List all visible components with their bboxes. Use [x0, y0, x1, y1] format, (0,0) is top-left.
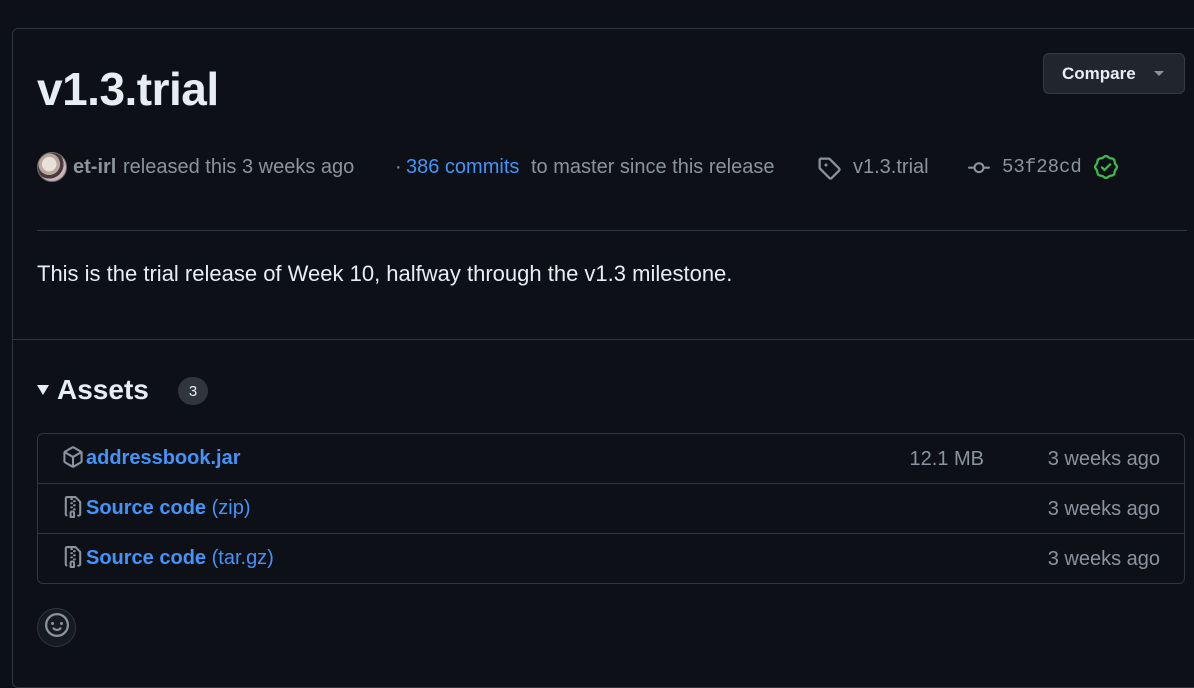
separator-dot: ·	[395, 156, 402, 178]
asset-row: addressbook.jar 12.1 MB 3 weeks ago	[38, 434, 1184, 484]
asset-date: 3 weeks ago	[1047, 548, 1160, 570]
asset-row: Source code (tar.gz) 3 weeks ago	[38, 533, 1184, 583]
asset-link[interactable]: addressbook.jar	[86, 447, 241, 470]
smiley-icon	[44, 613, 69, 642]
file-zip-icon	[62, 545, 84, 574]
git-commit-icon	[966, 156, 992, 190]
compare-label: Compare	[1062, 63, 1136, 83]
tag-link[interactable]: v1.3.trial	[853, 150, 929, 184]
assets-list: addressbook.jar 12.1 MB 3 weeks ago Sour…	[37, 433, 1185, 584]
commits-since-text: to master since this release	[531, 156, 775, 178]
release-card	[12, 28, 1194, 688]
commit-sha-link[interactable]: 53f28cd	[1002, 150, 1082, 184]
asset-date: 3 weeks ago	[1047, 498, 1160, 520]
asset-link[interactable]: Source code (zip)	[86, 497, 251, 520]
assets-count-badge: 3	[178, 377, 208, 405]
release-title[interactable]: v1.3.trial	[37, 62, 219, 116]
assets-title: Assets	[57, 374, 149, 405]
author-link[interactable]: et-irl	[73, 150, 116, 184]
asset-link[interactable]: Source code (tar.gz)	[86, 547, 274, 570]
tag-icon	[817, 156, 841, 191]
file-zip-icon	[62, 495, 84, 524]
released-text: released this 3 weeks ago	[123, 156, 355, 178]
assets-toggle[interactable]: Assets	[37, 372, 149, 408]
asset-size: 12.1 MB	[909, 448, 984, 470]
release-description: This is the trial release of Week 10, ha…	[37, 261, 733, 286]
avatar[interactable]	[37, 152, 67, 182]
add-reaction-button[interactable]	[37, 608, 76, 647]
asset-row: Source code (zip) 3 weeks ago	[38, 483, 1184, 533]
package-icon	[62, 445, 84, 474]
chevron-down-icon	[1154, 71, 1164, 76]
verified-check-icon[interactable]	[1094, 155, 1118, 190]
triangle-down-icon	[37, 385, 49, 395]
compare-button[interactable]: Compare	[1043, 53, 1185, 94]
commits-link[interactable]: 386 commits	[406, 150, 519, 184]
divider	[37, 230, 1187, 231]
divider	[13, 339, 1194, 340]
asset-date: 3 weeks ago	[1047, 448, 1160, 470]
